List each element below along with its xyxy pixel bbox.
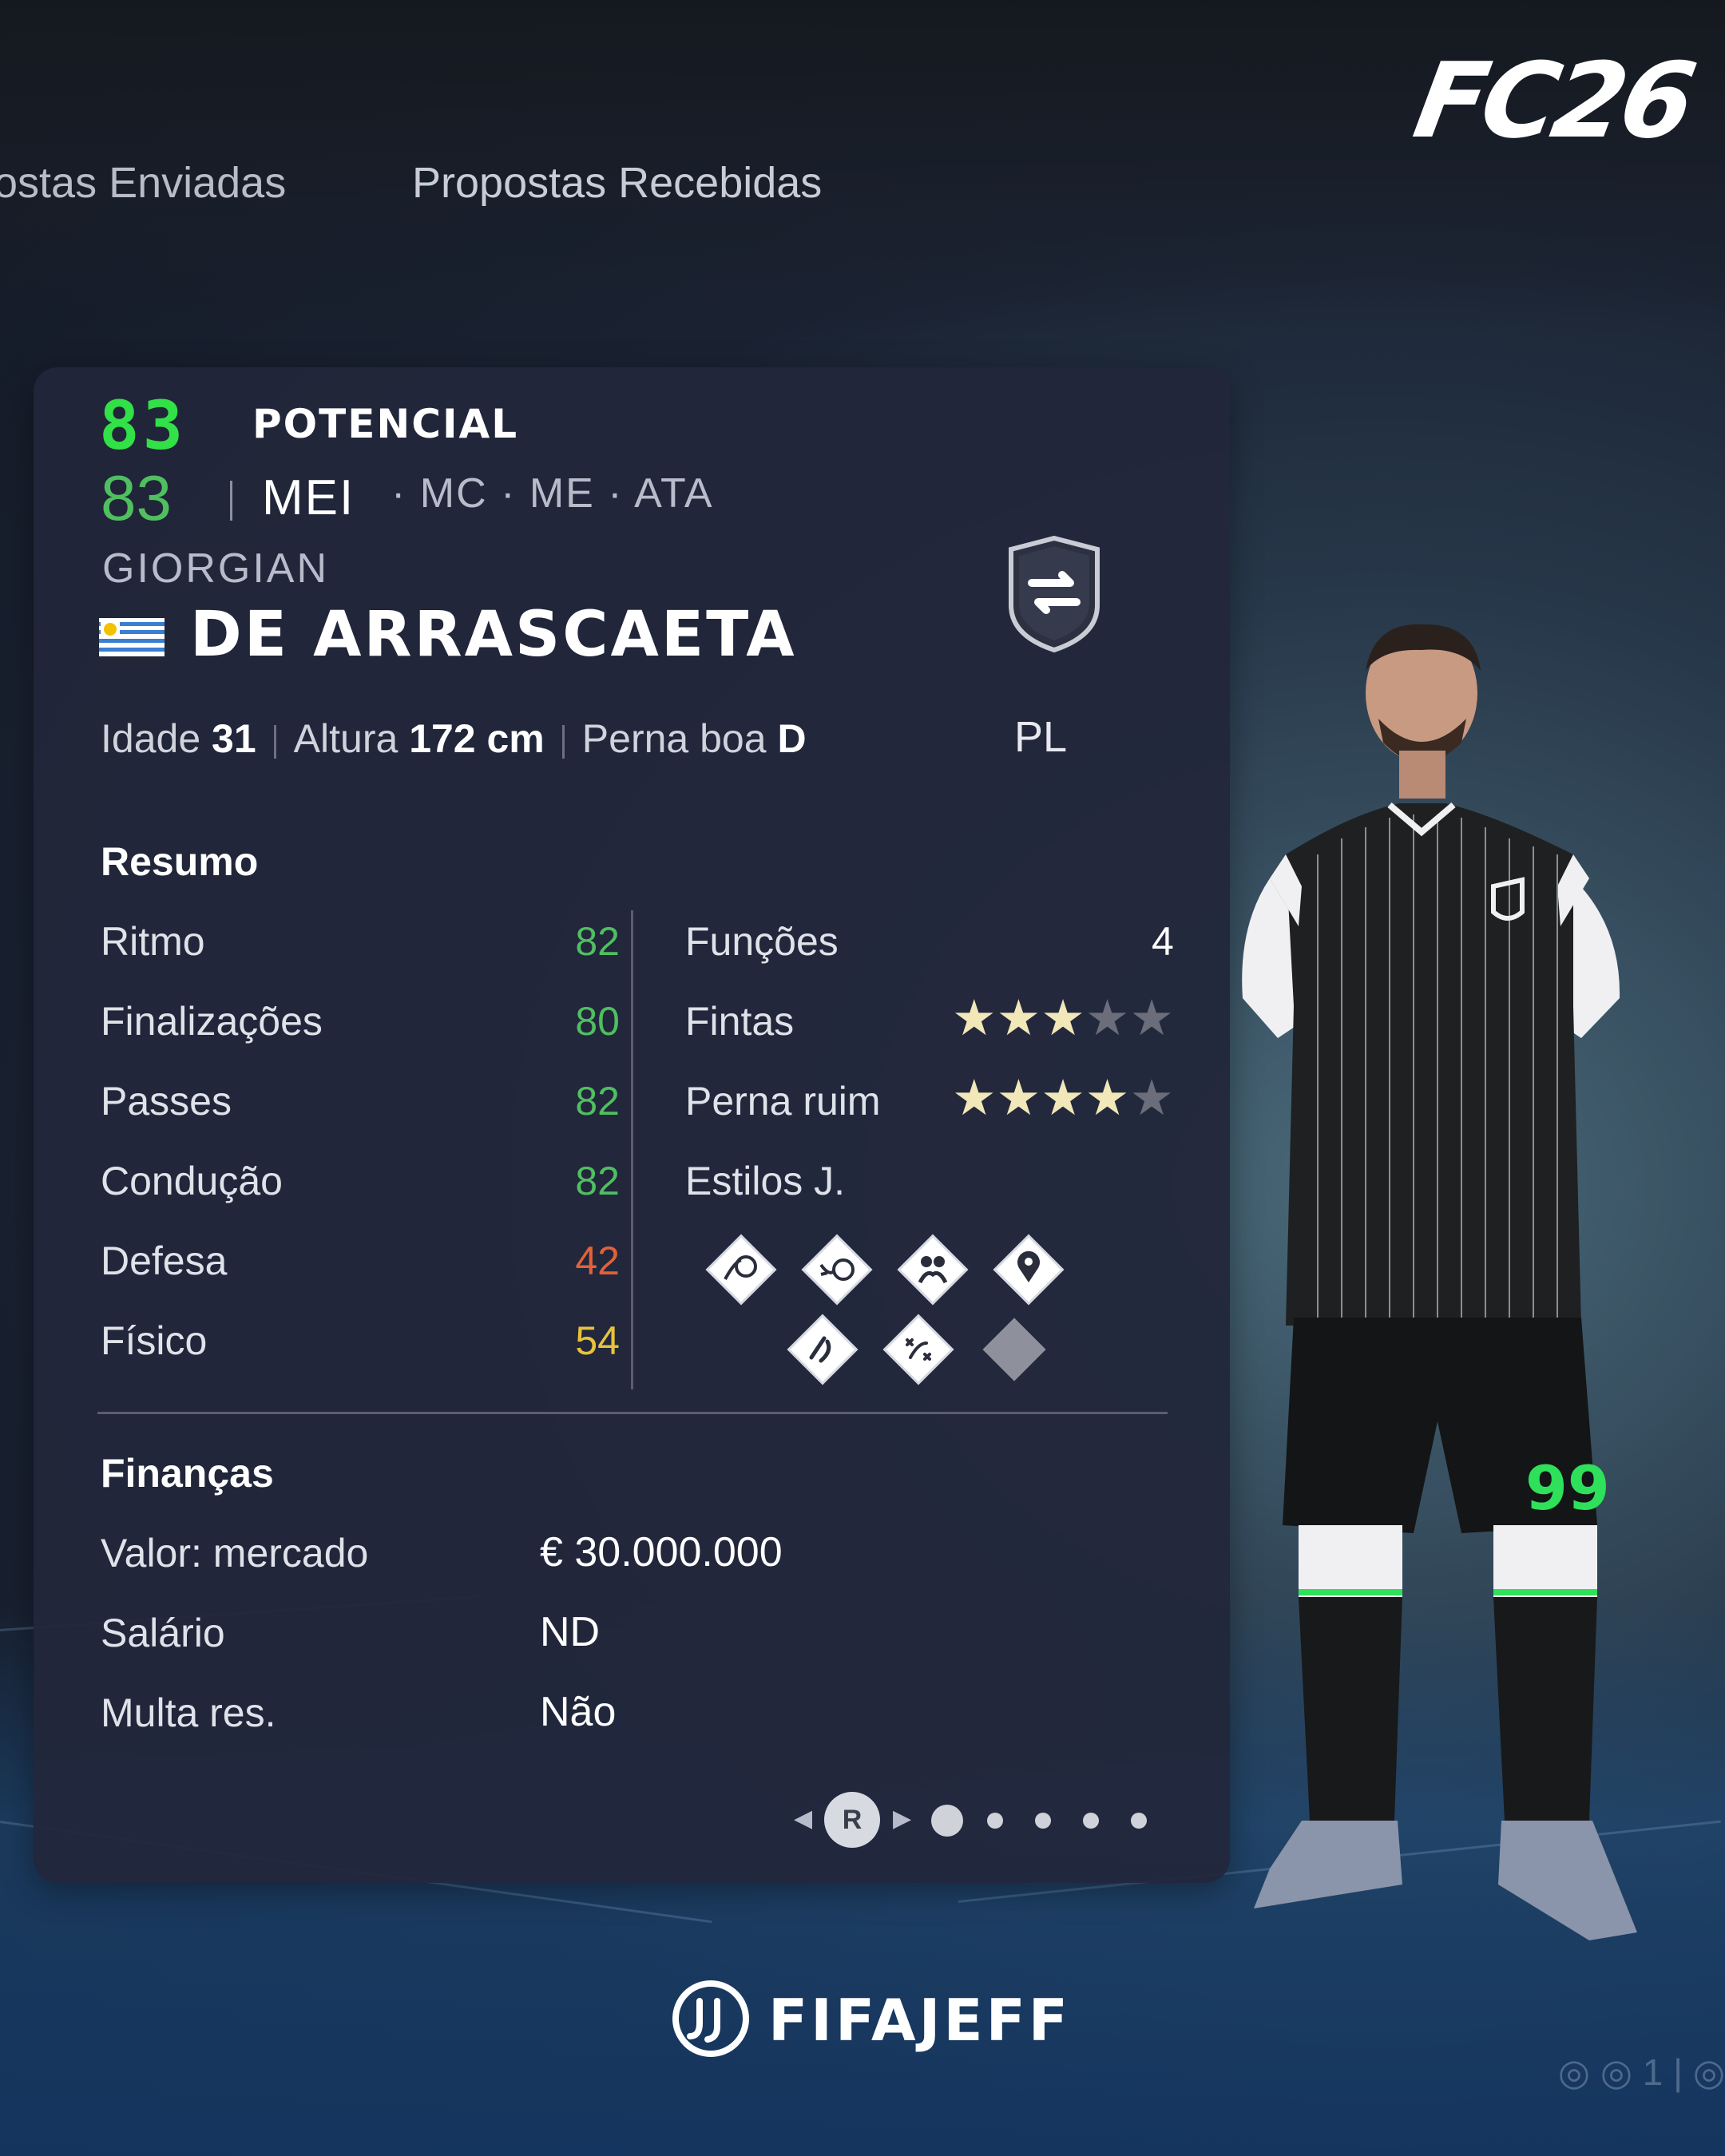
- roles-value: 4: [1152, 919, 1174, 964]
- summary-title: Resumo: [101, 839, 259, 884]
- stat-value: 42: [575, 1239, 620, 1283]
- star-filled-icon: ★: [952, 991, 997, 1046]
- release-clause-value: Não: [540, 1689, 617, 1735]
- star-empty-icon: ★: [1129, 1071, 1174, 1126]
- pager-r-button[interactable]: R: [824, 1792, 880, 1848]
- age-label: Idade: [101, 716, 201, 761]
- uruguay-flag-icon: [99, 618, 165, 656]
- skill-moves-stars: ★★★★★: [952, 989, 1174, 1047]
- stat-label: Passes: [101, 1079, 232, 1124]
- location-pin-icon[interactable]: [989, 1230, 1069, 1310]
- divider: [230, 481, 232, 521]
- star-empty-icon: ★: [1085, 991, 1130, 1046]
- fc26-logo: FC26: [1406, 40, 1700, 161]
- overall-rating: 83: [101, 462, 172, 533]
- salary-value: ND: [540, 1609, 601, 1655]
- star-empty-icon: ★: [1129, 991, 1174, 1046]
- stat-label: Condução: [101, 1159, 283, 1203]
- pager-dot-active[interactable]: [931, 1805, 963, 1837]
- fifajeff-watermark: FIFAJEFF: [768, 1987, 1071, 2054]
- bio-row: Idade 31 Altura 172 cm Perna boa D: [101, 715, 807, 762]
- stat-value: 54: [575, 1318, 620, 1363]
- stat-label: Ritmo: [101, 919, 205, 964]
- tab-sent-offers[interactable]: ostas Enviadas: [0, 158, 286, 208]
- tab-received-offers[interactable]: Propostas Recebidas: [412, 158, 822, 208]
- roles-label: Funções: [685, 919, 839, 964]
- technical-dribble-icon[interactable]: [797, 1230, 877, 1310]
- empty-slot-icon: [982, 1318, 1046, 1381]
- player-model: 99: [1242, 624, 1637, 1940]
- star-filled-icon: ★: [996, 991, 1041, 1046]
- tiki-taka-icon[interactable]: [878, 1310, 958, 1389]
- player-first-name: GIORGIAN: [102, 545, 330, 592]
- column-divider: [631, 910, 633, 1389]
- star-filled-icon: ★: [952, 1071, 997, 1126]
- potential-value: 83: [99, 386, 187, 465]
- shirt-number: 99: [1525, 1453, 1610, 1524]
- pager-dot[interactable]: [1083, 1813, 1099, 1829]
- trickster-icon[interactable]: [783, 1310, 862, 1389]
- role-label: PL: [1014, 713, 1068, 761]
- pager-dot[interactable]: [1131, 1813, 1147, 1829]
- star-filled-icon: ★: [996, 1071, 1041, 1126]
- main-position: MEI: [262, 470, 355, 525]
- star-filled-icon: ★: [1085, 1071, 1130, 1126]
- foot-label: Perna boa: [581, 716, 767, 761]
- hud-icons: ◎ ◎ 1 | ◎: [1557, 2051, 1725, 2093]
- playstyles-label: Estilos J.: [685, 1159, 846, 1203]
- release-clause-label: Multa res.: [101, 1690, 276, 1735]
- player-info-panel: 83 POTENCIAL 83 MEI · MC · ME · ATA GIOR…: [34, 367, 1230, 1883]
- market-value: € 30.000.000: [540, 1529, 783, 1575]
- incisive-pass-icon[interactable]: [893, 1230, 973, 1310]
- alt-positions: · MC · ME · ATA: [391, 470, 714, 517]
- finance-title: Finanças: [101, 1451, 274, 1496]
- swap-arrows-shield-icon: [1009, 535, 1100, 653]
- stat-label: Finalizações: [101, 999, 323, 1044]
- pager-left-arrow-icon[interactable]: ◀: [794, 1805, 812, 1833]
- stat-value: 82: [575, 919, 620, 964]
- player-last-name: DE ARRASCAETA: [190, 599, 797, 671]
- pager-dot[interactable]: [1035, 1813, 1051, 1829]
- section-divider: [97, 1412, 1168, 1414]
- stat-value: 82: [575, 1079, 620, 1124]
- stat-label: Físico: [101, 1318, 208, 1363]
- stat-label: Defesa: [101, 1239, 228, 1283]
- height-value: 172 cm: [409, 716, 545, 761]
- age-value: 31: [212, 716, 256, 761]
- weak-foot-label: Perna ruim: [685, 1079, 881, 1124]
- weak-foot-stars: ★★★★★: [952, 1068, 1174, 1127]
- stat-value: 82: [575, 1159, 620, 1203]
- market-value-label: Valor: mercado: [101, 1531, 369, 1575]
- pager-right-arrow-icon[interactable]: ▶: [893, 1805, 911, 1833]
- pager-dot[interactable]: [987, 1813, 1003, 1829]
- star-filled-icon: ★: [1041, 991, 1085, 1046]
- skill-moves-label: Fintas: [685, 999, 795, 1044]
- salary-label: Salário: [101, 1611, 225, 1655]
- height-label: Altura: [293, 716, 399, 761]
- fifajeff-logo-icon: [672, 1980, 749, 2057]
- stat-value: 80: [575, 999, 620, 1044]
- potential-label: POTENCIAL: [252, 401, 519, 447]
- foot-value: D: [777, 716, 807, 761]
- star-filled-icon: ★: [1041, 1071, 1085, 1126]
- finesse-shot-icon[interactable]: [701, 1230, 781, 1310]
